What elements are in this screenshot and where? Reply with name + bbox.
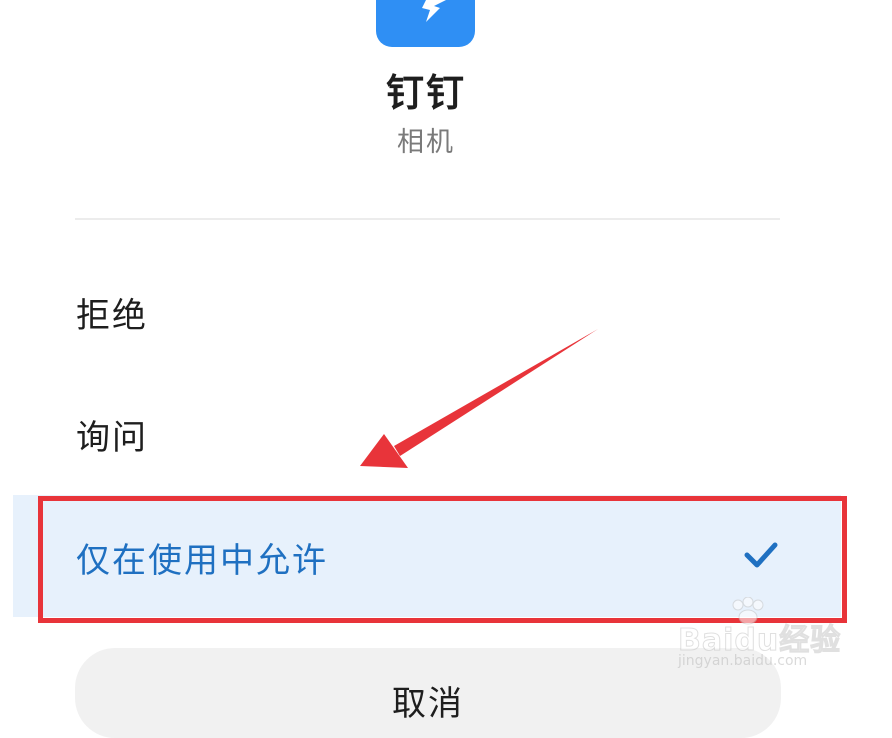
cancel-button[interactable]: 取消 [75,648,781,738]
watermark-url: jingyan.baidu.com [678,653,808,669]
cancel-label: 取消 [392,684,464,724]
baidu-watermark: Baidu经验 jingyan.baidu.com [677,597,848,677]
annotation-arrow-icon [360,329,598,468]
